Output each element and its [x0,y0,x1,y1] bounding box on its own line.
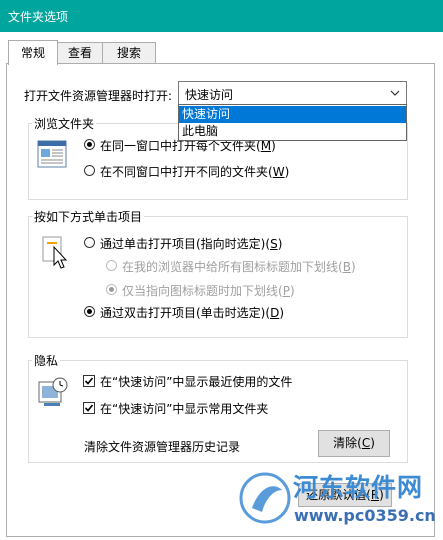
radio-underline-hover[interactable]: 仅当指向图标标题时加下划线(P) [106,282,396,300]
open-explorer-dropdown-list: 快速访问 此电脑 [178,104,407,141]
radio-button[interactable] [84,139,95,150]
clear-history-label: 清除文件资源管理器历史记录 [84,440,241,454]
watermark-line1: 河东软件网 [293,473,424,502]
tab-general[interactable]: 常规 [8,40,58,65]
radio-label: 在不同窗口中打开不同的文件夹(W) [100,165,290,179]
radio-button[interactable] [84,237,95,248]
checkbox-label: 在“快速访问”中显示常用文件夹 [100,402,269,416]
radio-single-click[interactable]: 通过单击打开项目(指向时选定)(S) [84,235,384,253]
radio-label: 通过双击打开项目(单击时选定)(D) [100,306,284,320]
checkbox[interactable] [83,402,95,414]
radio-different-window[interactable]: 在不同窗口中打开不同的文件夹(W) [84,163,384,181]
window-title: 文件夹选项 [8,10,69,24]
pointer-click-icon [42,236,68,269]
check-frequent-folders[interactable]: 在“快速访问”中显示常用文件夹 [83,400,393,418]
click-items-title: 按如下方式单击项目 [32,208,145,225]
radio-label: 仅当指向图标标题时加下划线(P) [122,284,295,298]
dropdown-option-this-pc[interactable]: 此电脑 [179,123,406,140]
radio-button[interactable] [106,284,117,295]
radio-dot [87,309,92,314]
checkbox[interactable] [83,375,95,387]
radio-label: 通过单击打开项目(指向时选定)(S) [100,237,283,251]
radio-underline-always[interactable]: 在我的浏览器中给所有图标标题加下划线(B) [106,258,396,276]
checkbox-label: 在“快速访问”中显示最近使用的文件 [100,375,293,389]
chevron-down-icon [390,90,400,96]
checkmark-icon [84,404,94,412]
watermark-logo-icon [239,472,291,524]
open-explorer-combobox[interactable]: 快速访问 [178,81,407,105]
radio-button[interactable] [84,165,95,176]
tab-view[interactable]: 查看 [55,42,105,63]
watermark-line2: www.pc0359.cn [294,506,436,525]
radio-double-click[interactable]: 通过双击打开项目(单击时选定)(D) [84,304,384,322]
radio-button[interactable] [84,306,95,317]
tab-search[interactable]: 搜索 [102,42,156,63]
clear-history-button[interactable]: 清除(C) [318,430,390,457]
privacy-icon [38,377,68,406]
checkmark-icon [84,377,94,385]
open-explorer-label: 打开文件资源管理器时打开: [24,89,173,103]
privacy-title: 隐私 [32,352,61,369]
radio-label: 在我的浏览器中给所有图标标题加下划线(B) [122,260,356,274]
browse-folders-title: 浏览文件夹 [32,115,97,132]
radio-button[interactable] [106,260,117,271]
combobox-value: 快速访问 [185,88,234,102]
browse-folders-icon [37,140,67,168]
radio-dot [109,287,114,292]
site-watermark: 河东软件网 www.pc0359.cn [238,468,438,534]
dropdown-option-quick-access[interactable]: 快速访问 [179,106,406,123]
radio-dot [87,142,92,147]
check-recent-files[interactable]: 在“快速访问”中显示最近使用的文件 [83,373,393,391]
title-bar: 文件夹选项 [0,0,443,32]
